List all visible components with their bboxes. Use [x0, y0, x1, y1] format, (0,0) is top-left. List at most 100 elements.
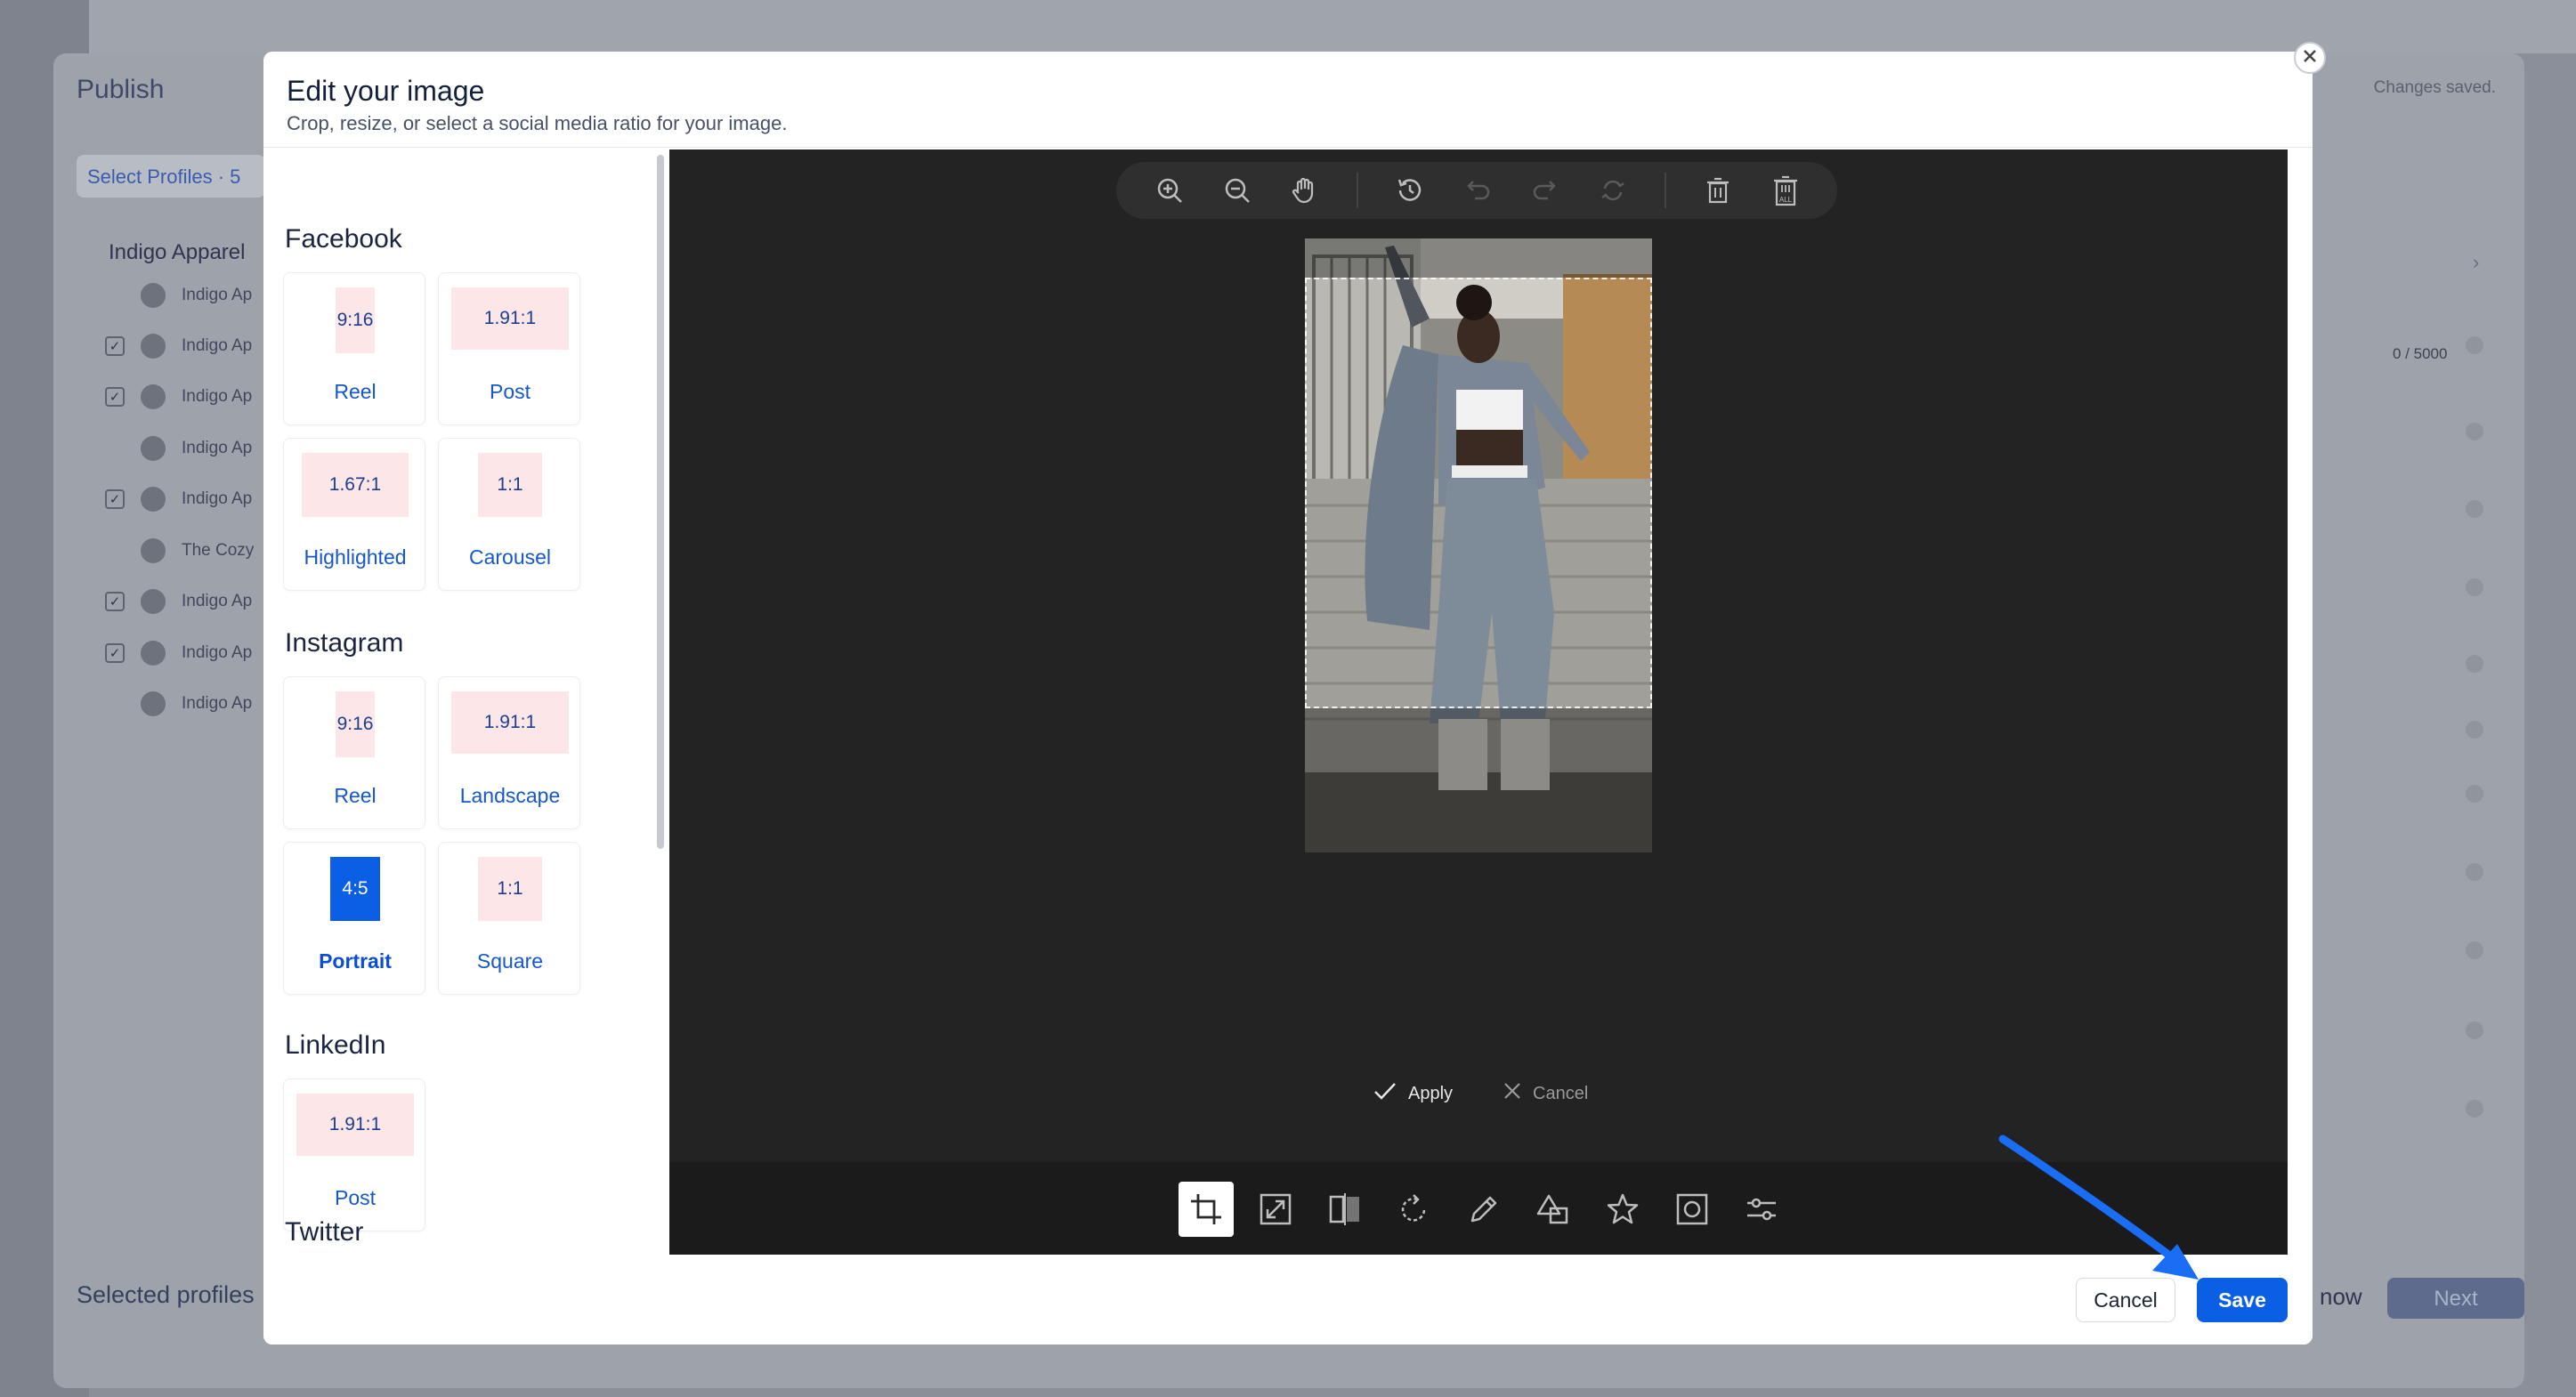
info-icon: [2466, 500, 2483, 518]
cancel-crop-label: Cancel: [1533, 1083, 1589, 1103]
avatar: [141, 283, 166, 308]
ratio-preview: 9:16: [336, 691, 375, 757]
edit-image-modal: Edit your image Crop, resize, or select …: [263, 52, 2313, 1345]
selected-profiles-label: Selected profiles: [77, 1281, 255, 1308]
info-icon: [2466, 941, 2483, 959]
info-icon: [2466, 336, 2483, 354]
ratio-label: Highlighted: [304, 545, 407, 569]
info-icon: [2466, 1100, 2483, 1118]
ratio-instagram-landscape[interactable]: 1.91:1 Landscape: [438, 676, 580, 829]
crop-selection-box[interactable]: [1305, 278, 1652, 708]
ratio-label: Reel: [334, 784, 377, 807]
ratio-label: Square: [476, 949, 544, 973]
ratio-instagram-square[interactable]: 1:1 Square: [438, 842, 580, 995]
frame-icon[interactable]: [1665, 1182, 1720, 1237]
ratio-label: Carousel: [468, 545, 552, 569]
cancel-crop-button[interactable]: Cancel: [1503, 1081, 1588, 1106]
redo-icon[interactable]: [1527, 173, 1563, 208]
rotate-icon[interactable]: [1387, 1182, 1442, 1237]
ratio-preview: 4:5: [330, 857, 380, 921]
image-preview[interactable]: [1305, 238, 1652, 852]
history-icon[interactable]: [1392, 173, 1428, 208]
checkbox-checked-icon: ✓: [105, 643, 125, 663]
ratio-instagram-reel[interactable]: 9:16 Reel: [283, 676, 425, 829]
info-icon: [2466, 423, 2483, 440]
checkbox-checked-icon: ✓: [105, 489, 125, 509]
flip-icon[interactable]: [1317, 1182, 1373, 1237]
info-icon: [2466, 863, 2483, 881]
crop-icon[interactable]: [1179, 1182, 1234, 1237]
section-title-facebook: Facebook: [285, 224, 402, 254]
profile-item: The Cozy: [105, 538, 254, 563]
ratio-facebook-highlighted[interactable]: 1.67:1 Highlighted: [283, 438, 425, 591]
info-icon: [2466, 721, 2483, 739]
image-editor-canvas: ALL Apply Cancel: [669, 149, 2288, 1255]
zoom-out-icon[interactable]: [1219, 173, 1255, 208]
select-profiles-pill: Select Profiles · 5: [77, 155, 265, 198]
ratio-label: Portrait: [319, 949, 392, 973]
save-button[interactable]: Save: [2197, 1278, 2288, 1322]
info-icon: [2466, 655, 2483, 673]
editor-bottom-toolbar: [669, 1162, 2288, 1255]
apply-crop-button[interactable]: Apply: [1373, 1081, 1453, 1106]
delete-all-icon[interactable]: ALL: [1768, 173, 1803, 208]
cancel-button[interactable]: Cancel: [2076, 1278, 2175, 1322]
modal-title: Edit your image: [287, 75, 485, 107]
ratio-facebook-reel[interactable]: 9:16 Reel: [283, 272, 425, 425]
draw-icon[interactable]: [1456, 1182, 1511, 1237]
section-title-linkedin: LinkedIn: [285, 1030, 386, 1060]
zoom-in-icon[interactable]: [1152, 173, 1187, 208]
avatar: [141, 384, 166, 409]
next-button: Next: [2387, 1278, 2524, 1319]
crop-overlay-top: [1305, 238, 1652, 278]
ratio-linkedin-post[interactable]: 1.91:1 Post: [283, 1078, 425, 1231]
sidebar-scrollbar[interactable]: [657, 155, 664, 849]
info-icon: [2466, 1022, 2483, 1039]
profile-item: ✓ Indigo Ap: [105, 589, 252, 614]
ratio-facebook-post[interactable]: 1.91:1 Post: [438, 272, 580, 425]
toolbar-divider: [1357, 173, 1358, 208]
profile-item: Indigo Ap: [105, 436, 252, 461]
profile-item: Indigo Ap: [105, 691, 252, 716]
ratio-preview: 1.91:1: [451, 287, 569, 350]
close-icon: [1503, 1081, 1522, 1106]
avatar: [141, 436, 166, 461]
sticker-icon[interactable]: [1595, 1182, 1650, 1237]
modal-footer: Cancel Save: [263, 1255, 2313, 1345]
checkbox-checked-icon: ✓: [105, 387, 125, 407]
profile-group-name: Indigo Apparel: [109, 240, 246, 264]
character-counter: 0 / 5000: [2393, 345, 2448, 362]
ratio-preview: 1.91:1: [451, 691, 569, 754]
close-modal-button[interactable]: [2294, 42, 2326, 74]
info-icon: [2466, 578, 2483, 596]
ratio-sidebar: Facebook 9:16 Reel 1.91:1 Post 1.67:1 Hi…: [263, 149, 669, 1255]
resize-icon[interactable]: [1248, 1182, 1303, 1237]
ratio-facebook-carousel[interactable]: 1:1 Carousel: [438, 438, 580, 591]
pan-hand-icon[interactable]: [1287, 173, 1323, 208]
close-icon: [2302, 45, 2318, 70]
profile-item: ✓ Indigo Ap: [105, 641, 252, 666]
ratio-preview: 1.67:1: [302, 453, 409, 517]
ratio-label: Post: [334, 1186, 377, 1209]
shape-icon[interactable]: [1526, 1182, 1581, 1237]
svg-text:ALL: ALL: [1779, 196, 1793, 204]
app-topbar: [0, 0, 2576, 53]
undo-icon[interactable]: [1460, 173, 1495, 208]
ratio-preview: 1:1: [478, 857, 542, 921]
reset-icon[interactable]: [1595, 173, 1631, 208]
crop-overlay-bottom: [1305, 708, 1652, 852]
info-icon: [2466, 785, 2483, 803]
ratio-instagram-portrait[interactable]: 4:5 Portrait: [283, 842, 425, 995]
modal-header: Edit your image Crop, resize, or select …: [263, 52, 2313, 148]
profile-item: ✓ Indigo Ap: [105, 334, 252, 359]
delete-icon[interactable]: [1700, 173, 1736, 208]
profile-item: ✓ Indigo Ap: [105, 487, 252, 512]
checkbox-checked-icon: ✓: [105, 336, 125, 356]
changes-saved-status: Changes saved.: [2373, 78, 2496, 97]
ratio-label: Post: [489, 380, 531, 403]
profile-item: Indigo Ap: [105, 283, 252, 308]
ratio-label: Reel: [334, 380, 377, 403]
adjust-icon[interactable]: [1734, 1182, 1789, 1237]
toolbar-divider: [1665, 173, 1666, 208]
check-icon: [1373, 1081, 1397, 1106]
